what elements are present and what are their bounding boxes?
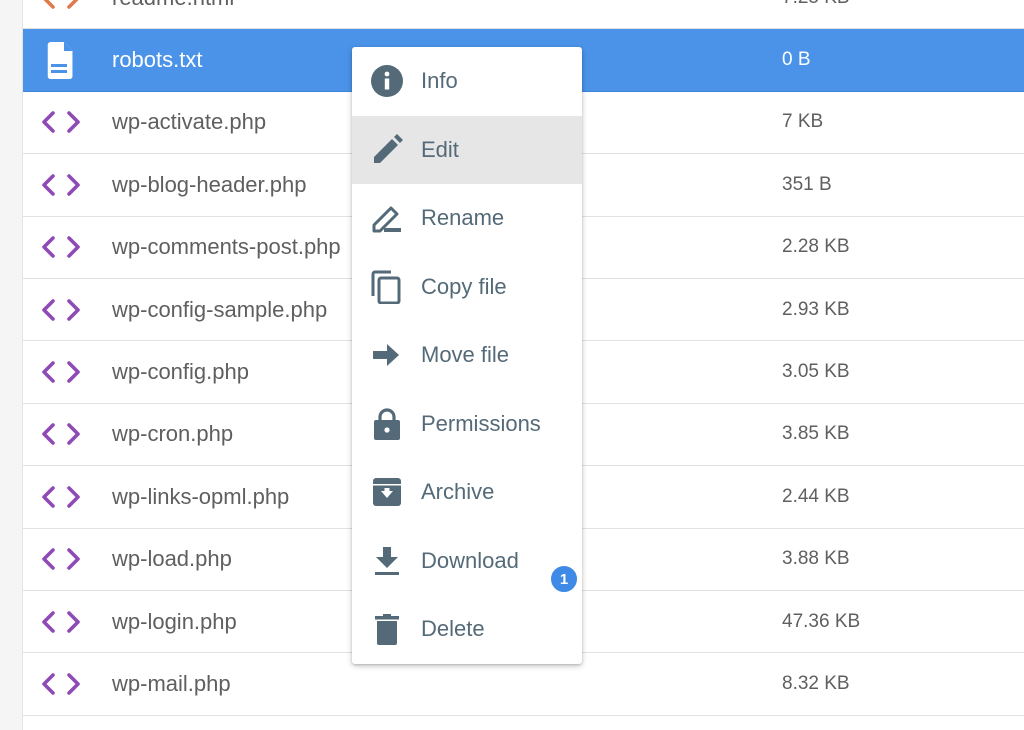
- code-icon: [39, 295, 83, 325]
- menu-item-archive[interactable]: Archive: [352, 458, 582, 527]
- menu-item-label: Permissions: [421, 410, 541, 436]
- file-size: 2.93 KB: [782, 298, 850, 320]
- file-size: 3.88 KB: [782, 548, 850, 570]
- code-icon: [39, 482, 83, 512]
- code-icon: [39, 357, 83, 387]
- archive-icon: [370, 475, 404, 509]
- file-size: 0 B: [782, 49, 811, 71]
- file-size: 351 B: [782, 173, 832, 195]
- menu-item-info[interactable]: Info: [352, 47, 582, 116]
- menu-item-rename[interactable]: Rename: [352, 184, 582, 253]
- code-icon: [39, 669, 83, 699]
- file-name[interactable]: wp-load.php: [112, 546, 232, 572]
- file-name[interactable]: robots.txt: [112, 47, 202, 73]
- lock-icon: [370, 407, 404, 441]
- file-name[interactable]: wp-login.php: [112, 609, 237, 635]
- menu-item-label: Info: [421, 68, 458, 94]
- file-row[interactable]: readme.html 7.25 KB: [23, 0, 1024, 30]
- code-icon: [39, 607, 83, 637]
- file-name[interactable]: wp-cron.php: [112, 421, 233, 447]
- file-size: 2.44 KB: [782, 485, 850, 507]
- menu-item-label: Edit: [421, 136, 459, 162]
- file-size: 7 KB: [782, 111, 824, 133]
- file-size: 3.05 KB: [782, 361, 850, 383]
- code-icon: [39, 107, 83, 137]
- file-name[interactable]: wp-comments-post.php: [112, 234, 341, 260]
- rename-icon: [370, 201, 404, 235]
- menu-item-label: Copy file: [421, 273, 507, 299]
- menu-item-label: Archive: [421, 479, 495, 505]
- file-name[interactable]: wp-blog-header.php: [112, 172, 306, 198]
- file-name[interactable]: wp-config.php: [112, 359, 249, 385]
- file-size: 7.25 KB: [782, 0, 850, 9]
- file-name[interactable]: readme.html: [112, 0, 234, 11]
- menu-item-delete[interactable]: Delete: [352, 595, 582, 664]
- code-icon: [39, 544, 83, 574]
- info-icon: [370, 64, 404, 98]
- file-size: 47.36 KB: [782, 610, 861, 632]
- menu-item-copy-file[interactable]: Copy file: [352, 253, 582, 322]
- file-name[interactable]: wp-mail.php: [112, 671, 231, 697]
- menu-item-label: Download: [421, 547, 519, 573]
- menu-item-label: Rename: [421, 205, 505, 231]
- file-name[interactable]: wp-config-sample.php: [112, 297, 327, 323]
- arrow-right-icon: [370, 338, 404, 372]
- file-size: 2.28 KB: [782, 236, 850, 258]
- menu-item-edit[interactable]: Edit: [352, 115, 582, 184]
- menu-item-label: Move file: [421, 342, 510, 368]
- menu-item-permissions[interactable]: Permissions: [352, 390, 582, 459]
- file-name[interactable]: wp-activate.php: [112, 109, 266, 135]
- menu-item-download[interactable]: Download: [352, 527, 582, 596]
- trash-icon: [370, 612, 404, 646]
- code-icon: [39, 232, 83, 262]
- file-size: 8.32 KB: [782, 672, 850, 694]
- file-size: 3.85 KB: [782, 423, 850, 445]
- document-icon: [39, 42, 83, 80]
- code-icon: [39, 419, 83, 449]
- download-icon: [370, 544, 404, 578]
- notification-badge: 1: [550, 565, 578, 593]
- menu-item-label: Delete: [421, 616, 485, 642]
- menu-item-move-file[interactable]: Move file: [352, 321, 582, 390]
- code-icon: [39, 0, 83, 13]
- context-menu: Info Edit Rename Copy file Move file Per…: [352, 47, 582, 664]
- pencil-icon: [370, 133, 404, 167]
- code-icon: [39, 170, 83, 200]
- file-name[interactable]: wp-links-opml.php: [112, 484, 289, 510]
- copy-icon: [370, 270, 404, 305]
